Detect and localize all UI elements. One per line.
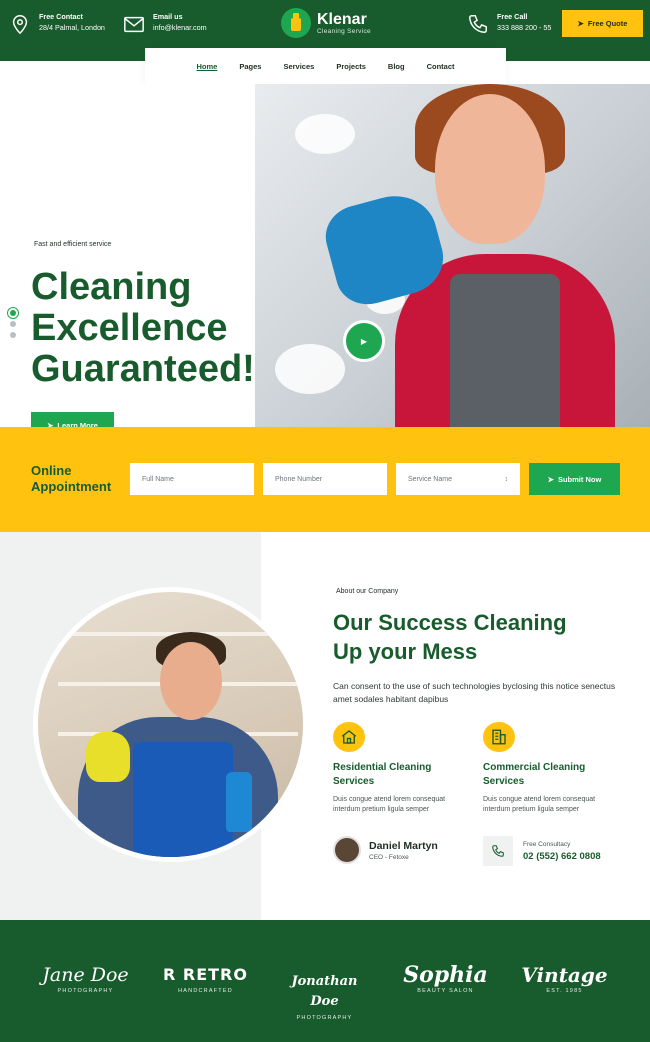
phone-number-input[interactable]: Phone Number: [263, 463, 387, 495]
service-residential-title: Residential Cleaning Services: [333, 762, 432, 787]
house-icon: [333, 722, 365, 752]
brand-sophia[interactable]: Sophia BEAUTY SALON: [398, 962, 493, 994]
brand-jonathan-doe-name: Jonathan Doe: [291, 974, 358, 1009]
service-name-select[interactable]: Service Name ↕: [396, 463, 520, 495]
email-label: Email us: [153, 12, 183, 21]
nav-item-home[interactable]: Home: [185, 62, 228, 71]
brand-jonathan-doe[interactable]: Jonathan Doe PHOTOGRAPHY: [277, 972, 372, 1021]
building-icon: [483, 722, 515, 752]
brand-sophia-name: Sophia: [403, 962, 488, 988]
partner-brands: Jane Doe PHOTOGRAPHY R RETRO HANDCRAFTED…: [0, 920, 650, 1042]
brand-sophia-sub: BEAUTY SALON: [417, 988, 474, 994]
hero-image: [255, 84, 650, 427]
nav-item-pages[interactable]: Pages: [228, 62, 272, 71]
about-section: About our Company Our Success Cleaning U…: [0, 532, 650, 920]
submit-now-label: Submit Now: [557, 474, 602, 484]
full-name-input[interactable]: Full Name: [130, 463, 254, 495]
brand-jane-doe-sub: PHOTOGRAPHY: [57, 988, 114, 994]
ceo-name: Daniel Martyn: [369, 839, 438, 852]
service-commercial-title: Commercial Cleaning Services: [483, 762, 586, 787]
full-name-placeholder: Full Name: [142, 475, 174, 483]
hero-section: ▶ Fast and efficient service Cleaning Ex…: [0, 84, 650, 439]
brand-retro-sub: HANDCRAFTED: [178, 988, 233, 994]
hero-title: Cleaning Excellence Guaranteed!: [31, 267, 281, 390]
brand-name: Klenar: [317, 10, 367, 28]
appointment-title: Online Appointment: [31, 463, 111, 495]
free-quote-label: Free Quote: [587, 19, 628, 28]
service-residential-desc: Duis congue atend lorem consequat interd…: [333, 796, 446, 813]
service-name-placeholder: Service Name: [408, 475, 452, 483]
about-image: [33, 587, 308, 862]
location-pin-icon: [12, 15, 28, 35]
play-icon: ▶: [360, 336, 368, 346]
call-label: Free Call: [497, 12, 528, 21]
nav-item-contact[interactable]: Contact: [416, 62, 466, 71]
arrow-circle-icon: ➤: [577, 19, 584, 28]
about-description: Can consent to the use of such technolog…: [333, 681, 616, 704]
hero-title-line-3: Guaranteed!: [31, 348, 255, 390]
service-commercial[interactable]: Commercial Cleaning Services Duis congue…: [483, 722, 613, 815]
brand-jane-doe[interactable]: Jane Doe PHOTOGRAPHY: [38, 965, 133, 994]
select-arrows-icon: ↕: [504, 475, 509, 483]
phone-icon: [483, 836, 513, 866]
brand-tagline: Cleaning Service: [317, 27, 371, 35]
arrow-circle-icon: ➤: [547, 474, 554, 484]
slider-dot-2[interactable]: [10, 321, 16, 327]
phone-icon: [469, 15, 487, 33]
contact-label: Free Contact: [39, 12, 83, 21]
appointment-section: Online Appointment Full Name Phone Numbe…: [0, 427, 650, 532]
ceo-profile: Daniel Martyn CEO - Fetoxe: [333, 836, 438, 864]
call-number[interactable]: 333 888 200 - 55: [497, 22, 551, 33]
hero-title-line-1: Cleaning: [31, 266, 192, 308]
avatar: [333, 836, 361, 864]
slider-dots: [10, 310, 16, 343]
brand-jane-doe-name: Jane Doe: [42, 964, 129, 986]
main-nav: Home Pages Services Projects Blog Contac…: [145, 48, 506, 84]
spray-bottle-icon: [281, 8, 311, 38]
appointment-title-line-2: Appointment: [31, 479, 112, 494]
phone-number-placeholder: Phone Number: [275, 475, 323, 483]
about-title-line-1: Our Success Cleaning: [333, 610, 567, 635]
consultancy-number: 02 (552) 662 0808: [523, 850, 601, 862]
call-info: Free Call 333 888 200 - 55: [467, 11, 551, 35]
appointment-title-line-1: Online: [31, 463, 72, 478]
email-info: Email us info@klenar.com: [123, 11, 207, 35]
free-quote-button[interactable]: ➤ Free Quote: [562, 10, 643, 37]
brand-vintage[interactable]: Vintage EST. 1985: [517, 965, 612, 994]
consultancy-contact[interactable]: Free Consultacy 02 (552) 662 0808: [483, 836, 601, 866]
about-title: Our Success Cleaning Up your Mess: [333, 608, 623, 666]
nav-item-blog[interactable]: Blog: [377, 62, 416, 71]
slider-dot-3[interactable]: [10, 332, 16, 338]
video-play-button[interactable]: ▶: [343, 320, 385, 362]
hero-tagline: Fast and efficient service: [31, 240, 111, 250]
contact-info: Free Contact 28/4 Palmal, London: [9, 11, 105, 35]
nav-item-services[interactable]: Services: [272, 62, 325, 71]
consultancy-label: Free Consultacy: [523, 840, 571, 848]
brand-vintage-name: Vintage: [521, 963, 608, 987]
about-tagline: About our Company: [333, 587, 398, 597]
about-title-line-2: Up your Mess: [333, 639, 478, 664]
service-commercial-desc: Duis congue atend lorem consequat interd…: [483, 796, 596, 813]
brand-jonathan-doe-sub: PHOTOGRAPHY: [296, 1015, 353, 1021]
envelope-icon: [124, 16, 144, 33]
slider-dot-1[interactable]: [10, 310, 16, 316]
hero-title-line-2: Excellence: [31, 307, 228, 349]
submit-now-button[interactable]: ➤ Submit Now: [529, 463, 620, 495]
service-residential[interactable]: Residential Cleaning Services Duis congu…: [333, 722, 463, 815]
nav-item-projects[interactable]: Projects: [325, 62, 377, 71]
brand-retro-name: R RETRO: [163, 965, 248, 984]
brand-vintage-sub: EST. 1985: [546, 988, 583, 994]
brand-logo[interactable]: Klenar Cleaning Service: [281, 8, 371, 38]
ceo-role: CEO - Fetoxe: [369, 853, 409, 861]
email-link[interactable]: info@klenar.com: [153, 22, 207, 33]
brand-retro[interactable]: R RETRO HANDCRAFTED: [158, 965, 253, 994]
contact-address: 28/4 Palmal, London: [39, 23, 105, 32]
